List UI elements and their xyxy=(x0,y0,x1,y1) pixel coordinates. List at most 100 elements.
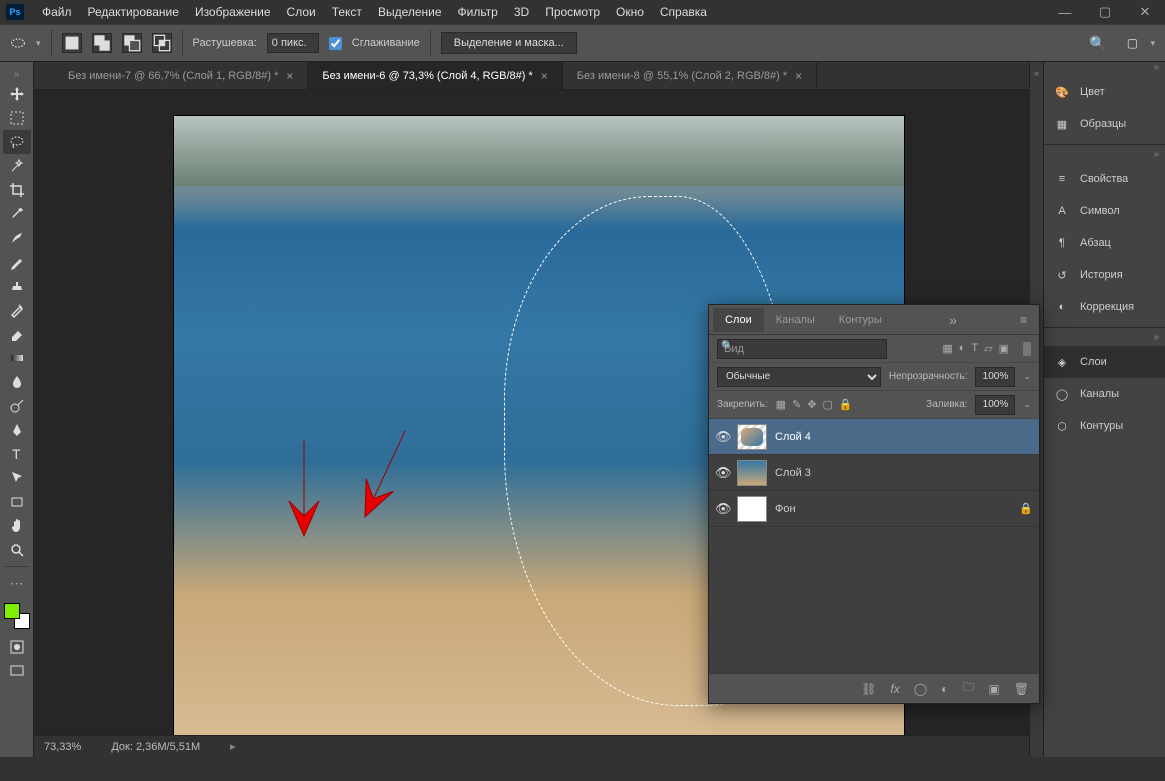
panel-tab-цвет[interactable]: 🎨Цвет xyxy=(1044,76,1165,108)
panel-tab-слои[interactable]: ◈Слои xyxy=(1044,346,1165,378)
close-button[interactable]: ✕ xyxy=(1125,0,1165,24)
panel-tab-абзац[interactable]: ¶Абзац xyxy=(1044,227,1165,259)
status-chevron-icon[interactable]: ▸ xyxy=(230,740,236,753)
new-layer-icon[interactable]: ▣ xyxy=(988,682,999,696)
select-and-mask-button[interactable]: Выделение и маска... xyxy=(441,32,577,54)
menu-справка[interactable]: Справка xyxy=(652,2,715,22)
blend-mode-select[interactable]: Обычные xyxy=(717,367,881,387)
selection-intersect-button[interactable] xyxy=(152,33,172,53)
tab-close-icon[interactable]: × xyxy=(541,69,548,83)
document-tab[interactable]: Без имени-8 @ 55,1% (Слой 2, RGB/8#) *× xyxy=(563,62,817,89)
history-brush-tool[interactable] xyxy=(3,298,31,322)
panel-tab[interactable]: Контуры xyxy=(827,308,894,332)
panel-group-collapse[interactable]: » xyxy=(1044,149,1165,163)
lock-image-icon[interactable]: ✎ xyxy=(792,398,801,411)
document-tab[interactable]: Без имени-7 @ 66,7% (Слой 1, RGB/8#) *× xyxy=(54,62,308,89)
selection-add-button[interactable] xyxy=(92,33,112,53)
screen-mode-button[interactable] xyxy=(3,659,31,683)
panel-tab[interactable]: Слои xyxy=(713,308,764,332)
layer-thumbnail[interactable] xyxy=(737,496,767,522)
layer-thumbnail[interactable] xyxy=(737,424,767,450)
doc-size[interactable]: Док: 2,36M/5,51M xyxy=(111,741,200,753)
magic-wand-tool[interactable] xyxy=(3,154,31,178)
menu-фильтр[interactable]: Фильтр xyxy=(450,2,506,22)
zoom-tool[interactable] xyxy=(3,538,31,562)
arrow-expand-icon[interactable]: » xyxy=(3,66,31,82)
marquee-tool[interactable] xyxy=(3,106,31,130)
dropdown-indicator[interactable]: ▾ xyxy=(36,38,41,49)
selection-subtract-button[interactable] xyxy=(122,33,142,53)
panel-tab-коррекция[interactable]: ◐Коррекция xyxy=(1044,291,1165,323)
menu-редактирование[interactable]: Редактирование xyxy=(80,2,187,22)
panel-tab-контуры[interactable]: ⬡Контуры xyxy=(1044,410,1165,442)
antialias-checkbox[interactable] xyxy=(329,37,342,50)
filter-shape-icon[interactable]: ▱ xyxy=(984,342,992,355)
lasso-tool[interactable] xyxy=(3,130,31,154)
panel-tab-свойства[interactable]: ≡Свойства xyxy=(1044,163,1165,195)
filter-toggle[interactable] xyxy=(1023,342,1031,356)
maximize-button[interactable]: ▢ xyxy=(1085,0,1125,24)
panel-group-collapse[interactable]: » xyxy=(1044,332,1165,346)
eraser-tool[interactable] xyxy=(3,322,31,346)
menu-файл[interactable]: Файл xyxy=(34,2,80,22)
filter-smart-icon[interactable]: ▣ xyxy=(999,342,1009,355)
panel-group-collapse[interactable]: » xyxy=(1044,62,1165,76)
menu-3d[interactable]: 3D xyxy=(506,2,537,22)
opacity-dropdown[interactable]: ⌄ xyxy=(1023,371,1031,382)
color-swatches[interactable] xyxy=(4,603,30,629)
hand-tool[interactable] xyxy=(3,514,31,538)
menu-выделение[interactable]: Выделение xyxy=(370,2,450,22)
lock-artboard-icon[interactable]: ▢ xyxy=(823,398,833,411)
delete-layer-icon[interactable]: 🗑 xyxy=(1014,682,1029,696)
layer-row[interactable]: 👁Фон🔒 xyxy=(709,491,1039,527)
menu-изображение[interactable]: Изображение xyxy=(187,2,279,22)
dodge-tool[interactable] xyxy=(3,394,31,418)
link-layers-icon[interactable]: ⛓ xyxy=(861,682,876,696)
panel-tab-история[interactable]: ↺История xyxy=(1044,259,1165,291)
opacity-input[interactable] xyxy=(975,367,1015,387)
minimize-button[interactable]: — xyxy=(1045,0,1085,24)
workspace-dropdown[interactable]: ▾ xyxy=(1150,38,1155,49)
tab-close-icon[interactable]: × xyxy=(795,69,802,83)
workspace-icon[interactable]: ▢ xyxy=(1124,35,1140,51)
panel-tab[interactable]: Каналы xyxy=(764,308,827,332)
layer-row[interactable]: 👁Слой 4 xyxy=(709,419,1039,455)
lock-all-icon[interactable]: 🔒 xyxy=(839,398,853,411)
visibility-icon[interactable]: 👁 xyxy=(715,501,729,517)
gradient-tool[interactable] xyxy=(3,346,31,370)
healing-brush-tool[interactable] xyxy=(3,226,31,250)
selection-new-button[interactable] xyxy=(62,33,82,53)
panel-tab-каналы[interactable]: ◯Каналы xyxy=(1044,378,1165,410)
lock-transparency-icon[interactable]: ▦ xyxy=(776,398,786,411)
layer-thumbnail[interactable] xyxy=(737,460,767,486)
foreground-color-swatch[interactable] xyxy=(4,603,20,619)
zoom-level[interactable]: 73,33% xyxy=(44,741,81,753)
menu-просмотр[interactable]: Просмотр xyxy=(537,2,608,22)
panel-tab-символ[interactable]: AСимвол xyxy=(1044,195,1165,227)
menu-текст[interactable]: Текст xyxy=(324,2,370,22)
add-mask-icon[interactable]: ◯ xyxy=(914,682,927,696)
clone-stamp-tool[interactable] xyxy=(3,274,31,298)
filter-type-icon[interactable]: T xyxy=(971,342,978,355)
search-icon[interactable]: 🔍 xyxy=(1089,35,1106,52)
menu-окно[interactable]: Окно xyxy=(608,2,652,22)
move-tool[interactable] xyxy=(3,82,31,106)
lock-position-icon[interactable]: ✥ xyxy=(807,398,816,411)
fill-input[interactable] xyxy=(975,395,1015,415)
tab-close-icon[interactable]: × xyxy=(286,69,293,83)
fill-dropdown[interactable]: ⌄ xyxy=(1023,399,1031,410)
filter-pixel-icon[interactable]: ▦ xyxy=(942,342,952,355)
brush-tool[interactable] xyxy=(3,250,31,274)
feather-input[interactable] xyxy=(267,33,319,53)
crop-tool[interactable] xyxy=(3,178,31,202)
panel-collapse-icon[interactable]: » xyxy=(941,312,965,328)
pen-tool[interactable] xyxy=(3,418,31,442)
visibility-icon[interactable]: 👁 xyxy=(715,465,729,481)
rectangle-tool[interactable] xyxy=(3,490,31,514)
quick-mask-button[interactable] xyxy=(3,635,31,659)
document-tab[interactable]: Без имени-6 @ 73,3% (Слой 4, RGB/8#) *× xyxy=(308,62,562,89)
filter-adjust-icon[interactable]: ◐ xyxy=(959,342,966,355)
path-selection-tool[interactable] xyxy=(3,466,31,490)
edit-toolbar-button[interactable]: ⋯ xyxy=(3,571,31,595)
new-group-icon[interactable]: 🗀 xyxy=(962,678,974,699)
